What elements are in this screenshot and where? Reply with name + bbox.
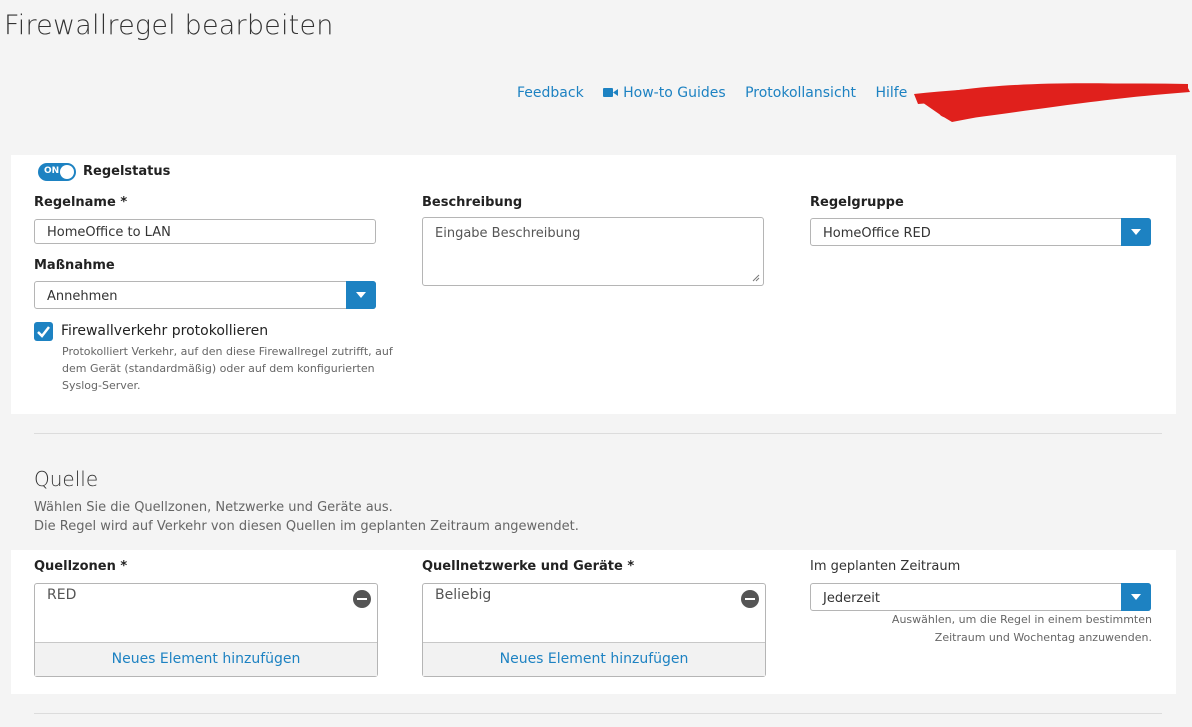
source-desc-line: Die Regel wird auf Verkehr von diesen Qu… xyxy=(34,519,579,534)
schedule-select[interactable]: Jederzeit xyxy=(810,583,1151,611)
source-desc-line: Wählen Sie die Quellzonen, Netzwerke und… xyxy=(34,500,393,515)
log-checkbox[interactable] xyxy=(34,322,53,341)
description-textarea[interactable]: Eingabe Beschreibung xyxy=(422,217,764,286)
action-label: Maßnahme xyxy=(34,258,115,273)
rule-name-label: Regelname * xyxy=(34,195,128,210)
divider xyxy=(34,713,1162,714)
toggle-text: ON xyxy=(44,166,60,176)
hilfe-link[interactable]: Hilfe xyxy=(875,85,907,101)
zones-listbox[interactable]: RED Neues Element hinzufügen xyxy=(34,583,378,677)
chevron-down-icon[interactable] xyxy=(1121,218,1151,246)
log-help: Protokolliert Verkehr, auf den diese Fir… xyxy=(62,343,393,394)
source-description: Wählen Sie die Quellzonen, Netzwerke und… xyxy=(34,498,579,536)
top-links: Feedback How-to Guides Protokollansicht … xyxy=(517,85,922,101)
schedule-help: Auswählen, um die Regel in einem bestimm… xyxy=(892,611,1152,647)
description-label: Beschreibung xyxy=(422,195,523,210)
redaction-mark xyxy=(914,83,1190,122)
log-label: Firewallverkehr protokollieren xyxy=(61,323,269,339)
group-select[interactable]: HomeOffice RED xyxy=(810,218,1151,246)
description-placeholder: Eingabe Beschreibung xyxy=(435,226,581,241)
schedule-help-line: Auswählen, um die Regel in einem bestimm… xyxy=(891,613,1152,626)
rule-name-input[interactable]: HomeOffice to LAN xyxy=(34,219,376,244)
network-item: Beliebig xyxy=(435,587,492,603)
checkmark-icon xyxy=(37,326,50,338)
remove-icon[interactable] xyxy=(353,590,371,608)
action-value: Annehmen xyxy=(47,289,118,304)
log-help-line: dem Gerät (standardmäßig) oder auf dem k… xyxy=(62,362,375,375)
howto-label: How-to Guides xyxy=(623,85,726,101)
chevron-down-icon[interactable] xyxy=(1121,583,1151,611)
group-label: Regelgruppe xyxy=(810,195,904,210)
group-value: HomeOffice RED xyxy=(823,226,931,241)
rule-status-label: Regelstatus xyxy=(83,164,171,179)
protokoll-link[interactable]: Protokollansicht xyxy=(745,85,856,101)
networks-listbox[interactable]: Beliebig Neues Element hinzufügen xyxy=(422,583,766,677)
chevron-down-icon[interactable] xyxy=(346,281,376,309)
networks-label: Quellnetzwerke und Geräte * xyxy=(422,559,635,574)
schedule-label: Im geplanten Zeitraum xyxy=(810,559,961,574)
feedback-link[interactable]: Feedback xyxy=(517,85,584,101)
divider xyxy=(34,433,1162,434)
zones-label: Quellzonen * xyxy=(34,559,128,574)
add-zone-button[interactable]: Neues Element hinzufügen xyxy=(35,642,377,676)
schedule-value: Jederzeit xyxy=(823,591,880,606)
action-select[interactable]: Annehmen xyxy=(34,281,376,309)
video-camera-icon xyxy=(603,88,619,97)
add-network-button[interactable]: Neues Element hinzufügen xyxy=(423,642,765,676)
resize-grip-icon[interactable] xyxy=(752,274,760,282)
source-title: Quelle xyxy=(34,467,99,491)
remove-icon[interactable] xyxy=(741,590,759,608)
schedule-help-line: Zeitraum und Wochentag anzuwenden. xyxy=(934,631,1152,644)
zone-item: RED xyxy=(47,587,77,603)
log-help-line: Syslog-Server. xyxy=(62,379,141,392)
toggle-knob xyxy=(60,165,74,179)
howto-link[interactable]: How-to Guides xyxy=(603,85,726,101)
log-help-line: Protokolliert Verkehr, auf den diese Fir… xyxy=(62,345,393,358)
page-title: Firewallregel bearbeiten xyxy=(4,10,334,41)
rule-status-toggle[interactable]: ON xyxy=(38,163,76,181)
